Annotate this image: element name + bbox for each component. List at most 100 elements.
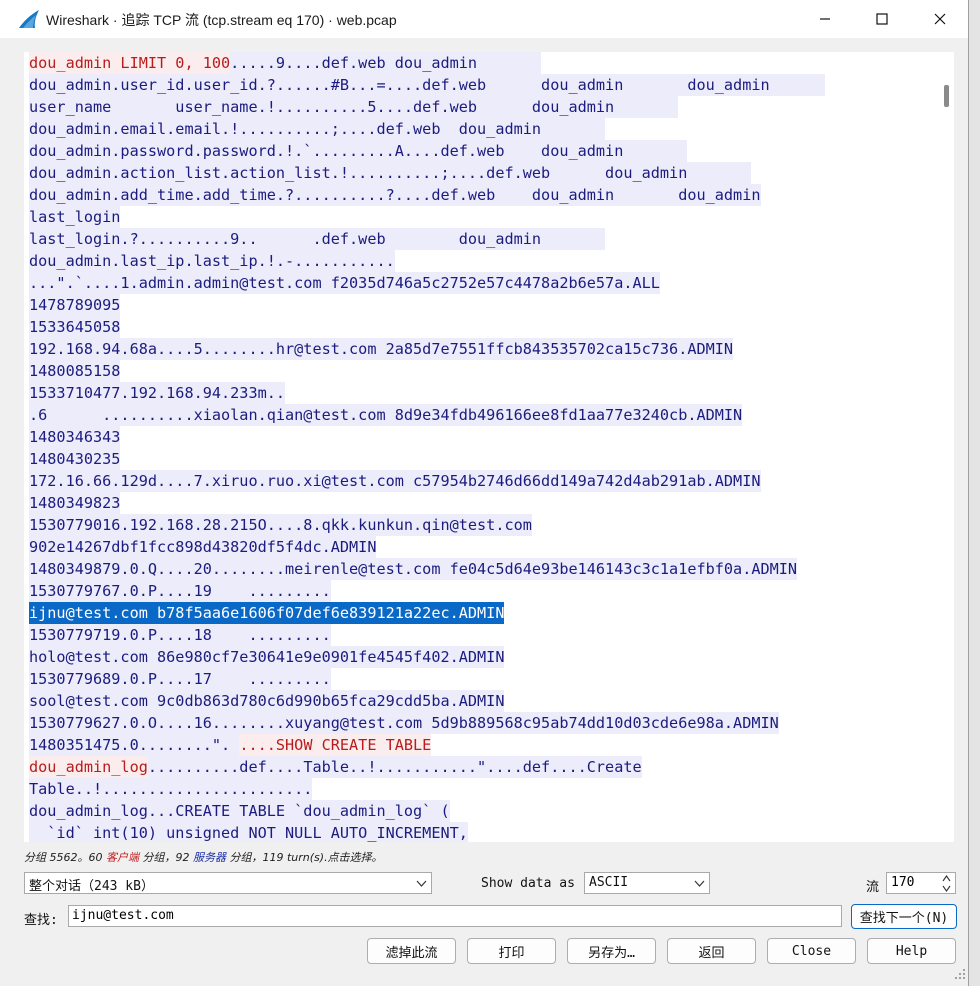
server-data-segment: .6 ..........xiaolan.qian@test.com 8d9e3… [29,404,743,426]
server-data-segment: dou_admin.password.password.!.`.........… [29,140,688,162]
maximize-icon [876,13,888,25]
server-data-segment: 1480351475.0........". [29,734,240,756]
stream-line[interactable]: dou_admin.last_ip.last_ip.!.-........... [29,250,825,272]
server-data-segment: dou_admin.add_time.add_time.?..........?… [29,184,761,206]
server-data-segment: sool@test.com 9c0db863d780c6d990b65fca29… [29,690,505,712]
chevron-down-icon [694,880,705,887]
stream-line[interactable]: `id` int(10) unsigned NOT NULL AUTO_INCR… [29,822,825,842]
stream-line[interactable]: 902e14267dbf1fcc898d43820df5f4dc.ADMIN [29,536,825,558]
scrollbar-thumb[interactable] [944,85,949,107]
stream-line[interactable]: 192.168.94.68a....5........hr@test.com 2… [29,338,825,360]
client-data-segment: dou_admin_log [29,756,148,778]
stream-line[interactable]: 1533645058 [29,316,825,338]
client-data-segment: ....SHOW CREATE TABLE [239,734,432,756]
help-button[interactable]: Help [867,938,956,964]
stream-line[interactable]: 1480346343 [29,426,825,448]
stream-text[interactable]: dou_admin LIMIT 0, 100.....9....def.web … [29,52,825,842]
server-data-segment: user_name user_name.!..........5....def.… [29,96,679,118]
stream-line[interactable]: dou_admin.action_list.action_list.!.....… [29,162,825,184]
server-data-segment: 1480346343 [29,426,121,448]
status-mid: 分组，92 [138,851,193,864]
server-data-segment: ...".`....1.admin.admin@test.com f2035d7… [29,272,660,294]
spin-down-icon[interactable] [942,885,951,892]
stream-line[interactable]: 1480430235 [29,448,825,470]
stream-line[interactable]: 1530779719.0.P....18 ......... [29,624,825,646]
close-window-button[interactable] [918,0,962,38]
stream-line[interactable]: ...".`....1.admin.admin@test.com f2035d7… [29,272,825,294]
window-title: Wireshark · 追踪 TCP 流 (tcp.stream eq 170)… [46,12,397,28]
server-data-segment: 172.16.66.129d....7.xiruo.ruo.xi@test.co… [29,470,761,492]
minimize-button[interactable] [803,0,847,38]
status-prefix: 分组 5562。60 [24,851,106,864]
status-client-label: 客户端 [105,851,139,864]
stream-number-value: 170 [891,875,915,890]
server-data-segment: 1530779719.0.P....18 ......... [29,624,331,646]
find-label: 查找: [24,913,58,928]
stream-line[interactable]: 1480349823 [29,492,825,514]
show-data-value: ASCII [589,875,629,890]
resize-grip-icon[interactable] [954,968,966,980]
status-suffix: 分组，119 turn(s).点击选择。 [225,851,383,864]
filter-out-button[interactable]: 滤掉此流 [367,938,456,964]
server-data-segment: 1480430235 [29,448,121,470]
stream-line[interactable]: last_login [29,206,825,228]
stream-line[interactable]: Table..!....................... [29,778,825,800]
stream-line[interactable]: 1530779689.0.P....17 ......... [29,668,825,690]
stream-line[interactable]: 1530779627.0.O....16........xuyang@test.… [29,712,825,734]
conversation-select[interactable]: 整个对话（243 kB） [24,872,432,894]
maximize-button[interactable] [860,0,904,38]
save-as-button[interactable]: 另存为… [567,938,656,964]
stream-line[interactable]: dou_admin.password.password.!.`.........… [29,140,825,162]
server-data-segment: .....9....def.web dou_admin [230,52,542,74]
spin-up-icon[interactable] [942,875,951,882]
stream-line[interactable]: dou_admin.add_time.add_time.?..........?… [29,184,825,206]
stream-line[interactable]: dou_admin.email.email.!..........;....de… [29,118,825,140]
server-data-segment: last_login [29,206,121,228]
server-data-segment: 1480085158 [29,360,121,382]
server-data-segment: 1478789095 [29,294,121,316]
server-data-segment: `id` int(10) unsigned NOT NULL AUTO_INCR… [29,822,468,842]
selected-find-match: ijnu@test.com b78f5aa6e1606f07def6e83912… [29,602,505,624]
stream-line[interactable]: ijnu@test.com b78f5aa6e1606f07def6e83912… [29,602,825,624]
stream-line[interactable]: dou_admin LIMIT 0, 100.....9....def.web … [29,52,825,74]
server-data-segment: ..........def....Table..!..........."...… [147,756,642,778]
stream-line[interactable]: 1480351475.0........". ....SHOW CREATE T… [29,734,825,756]
find-next-button[interactable]: 查找下一个(N) [851,904,957,929]
server-data-segment: 1480349879.0.Q....20........meirenle@tes… [29,558,798,580]
find-input[interactable]: ijnu@test.com [68,905,842,927]
stream-line[interactable]: 1480349879.0.Q....20........meirenle@tes… [29,558,825,580]
stream-line[interactable]: 1533710477.192.168.94.233m.. [29,382,825,404]
title-bar: Wireshark · 追踪 TCP 流 (tcp.stream eq 170)… [0,0,968,38]
stream-number-spinner[interactable]: 170 [886,872,956,894]
server-data-segment: dou_admin.last_ip.last_ip.!.-........... [29,250,395,272]
client-data-segment: dou_admin LIMIT 0, 100 [29,52,231,74]
server-data-segment: dou_admin.user_id.user_id.?......#B...=.… [29,74,825,96]
server-data-segment: 1530779689.0.P....17 ......... [29,668,331,690]
stream-line[interactable]: 1478789095 [29,294,825,316]
stream-line[interactable]: dou_admin_log...CREATE TABLE `dou_admin_… [29,800,825,822]
stream-line[interactable]: sool@test.com 9c0db863d780c6d990b65fca29… [29,690,825,712]
show-data-select[interactable]: ASCII [584,872,710,894]
stream-content-view[interactable]: dou_admin LIMIT 0, 100.....9....def.web … [24,52,940,842]
vertical-scrollbar[interactable] [940,52,954,842]
stream-line[interactable]: last_login.?..........9.. .def.web dou_a… [29,228,825,250]
stream-line[interactable]: user_name user_name.!..........5....def.… [29,96,825,118]
stream-status-text: 分组 5562。60 客户端 分组，92 服务器 分组，119 turn(s).… [24,849,383,865]
stream-line[interactable]: dou_admin.user_id.user_id.?......#B...=.… [29,74,825,96]
server-data-segment: 1533645058 [29,316,121,338]
stream-line[interactable]: 1480085158 [29,360,825,382]
background-window [969,0,980,986]
stream-line[interactable]: .6 ..........xiaolan.qian@test.com 8d9e3… [29,404,825,426]
server-data-segment: 902e14267dbf1fcc898d43820df5f4dc.ADMIN [29,536,377,558]
follow-tcp-stream-window: Wireshark · 追踪 TCP 流 (tcp.stream eq 170)… [0,0,969,986]
stream-line[interactable]: 172.16.66.129d....7.xiruo.ruo.xi@test.co… [29,470,825,492]
back-button[interactable]: 返回 [667,938,756,964]
find-input-value: ijnu@test.com [72,908,174,923]
close-button[interactable]: Close [767,938,856,964]
stream-line[interactable]: holo@test.com 86e980cf7e30641e9e0901fe45… [29,646,825,668]
print-button[interactable]: 打印 [467,938,556,964]
stream-line[interactable]: dou_admin_log..........def....Table..!..… [29,756,825,778]
stream-line[interactable]: 1530779016.192.168.28.215O....8.qkk.kunk… [29,514,825,536]
stream-number-label: 流 [866,880,880,895]
stream-line[interactable]: 1530779767.0.P....19 ......... [29,580,825,602]
